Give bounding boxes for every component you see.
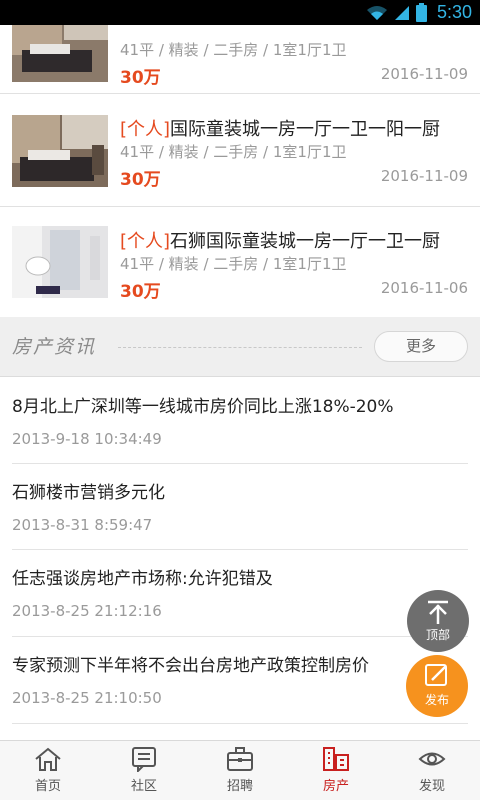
listing-meta: 41平 / 精装 / 二手房 / 1室1厅1卫	[120, 255, 347, 273]
listing-title-text: 石狮国际童装城一房一厅一卫一厨	[170, 231, 441, 252]
tab-real-estate[interactable]: 房产	[288, 741, 384, 800]
news-title: 任志强谈房地产市场称:允许犯错及	[12, 569, 273, 589]
news-date: 2013-8-31 8:59:47	[12, 516, 153, 534]
community-icon	[132, 747, 156, 772]
building-icon	[323, 747, 349, 771]
more-button[interactable]: 更多	[374, 331, 468, 362]
listing-item[interactable]: [个人]国际童装城一房一厅一卫一阳一厨 41平 / 精装 / 二手房 / 1室1…	[0, 95, 480, 207]
tab-label: 招聘	[226, 779, 253, 794]
tab-community[interactable]: 社区	[96, 741, 192, 800]
bottom-tab-bar: 首页 社区 招聘 房产 发现	[0, 740, 480, 800]
listing-thumbnail	[12, 226, 108, 298]
wifi-icon	[366, 5, 387, 20]
listing-price: 30万	[120, 282, 161, 302]
tab-label: 发现	[418, 779, 445, 794]
listing-price: 30万	[120, 170, 161, 190]
tab-home[interactable]: 首页	[0, 741, 96, 800]
news-item[interactable]: 专家预测下半年将不会出台房地产政策控制房价 2013-8-25 21:10:50	[12, 637, 468, 724]
news-item[interactable]: 8月北上广深圳等一线城市房价同比上涨18%-20% 2013-9-18 10:3…	[12, 378, 468, 464]
listing-tag: [个人]	[120, 119, 171, 140]
post-label: 发布	[424, 693, 449, 707]
listing-title: [个人]国际童装城一房一厅一卫一阳一厨	[120, 115, 440, 141]
tab-jobs[interactable]: 招聘	[192, 741, 288, 800]
listing-meta: 41平 / 精装 / 二手房 / 1室1厅1卫	[120, 143, 347, 161]
eye-icon	[418, 752, 446, 766]
battery-icon	[415, 3, 427, 22]
listing-title: [个人]石狮国际童装城一房一厅一卫一厨	[120, 227, 440, 253]
news-item[interactable]: 任志强谈房地产市场称:允许犯错及 2013-8-25 21:12:16	[12, 550, 468, 637]
listing-thumbnail	[12, 115, 108, 187]
listing-price: 30万	[120, 68, 161, 88]
news-date: 2013-9-18 10:34:49	[12, 430, 162, 448]
signal-icon	[394, 5, 409, 20]
back-to-top-button[interactable]: 顶部	[407, 590, 469, 652]
back-to-top-label: 顶部	[425, 628, 450, 642]
tab-label: 社区	[130, 779, 157, 794]
edit-icon	[425, 664, 447, 686]
arrow-up-icon	[428, 600, 448, 624]
listing-thumbnail	[12, 25, 108, 82]
news-item[interactable]: 石狮楼市营销多元化 2013-8-31 8:59:47	[12, 464, 468, 550]
news-title: 石狮楼市营销多元化	[12, 483, 165, 503]
home-icon	[35, 747, 61, 771]
listing-date: 2016-11-09	[380, 65, 468, 83]
tab-label: 首页	[34, 779, 61, 794]
news-section-header: 房产资讯 更多	[0, 317, 480, 377]
listing-meta: 41平 / 精装 / 二手房 / 1室1厅1卫	[120, 41, 347, 59]
status-bar: 5:30	[0, 0, 480, 25]
news-title: 专家预测下半年将不会出台房地产政策控制房价	[12, 656, 369, 676]
header-divider	[118, 347, 362, 348]
news-title: 8月北上广深圳等一线城市房价同比上涨18%-20%	[12, 397, 394, 417]
briefcase-icon	[227, 747, 253, 771]
news-date: 2013-8-25 21:10:50	[12, 689, 162, 707]
listing-item[interactable]: [个人]石狮国际童装城一房一厅一卫一厨 41平 / 精装 / 二手房 / 1室1…	[0, 207, 480, 318]
post-button[interactable]: 发布	[406, 655, 468, 717]
news-date: 2013-8-25 21:12:16	[12, 602, 162, 620]
tab-discover[interactable]: 发现	[384, 741, 480, 800]
status-time: 5:30	[436, 2, 472, 22]
listing-title-text: 国际童装城一房一厅一卫一阳一厨	[170, 119, 441, 140]
listing-tag: [个人]	[120, 231, 171, 252]
tab-label: 房产	[322, 779, 349, 794]
listing-date: 2016-11-09	[380, 167, 468, 185]
listing-date: 2016-11-06	[380, 279, 468, 297]
news-section-title: 房产资讯	[12, 336, 97, 358]
listing-item[interactable]: 41平 / 精装 / 二手房 / 1室1厅1卫 30万 2016-11-09	[0, 25, 480, 94]
